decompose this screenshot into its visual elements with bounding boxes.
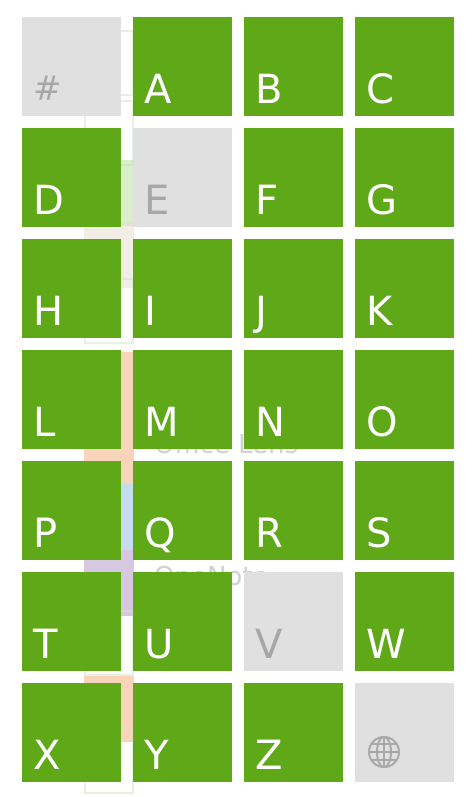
tile-label: K: [366, 289, 393, 335]
jump-tile-m[interactable]: M: [133, 350, 232, 449]
tile-label: L: [33, 400, 56, 446]
jump-tile-e[interactable]: E: [133, 128, 232, 227]
tile-label: U: [144, 622, 174, 668]
tile-label: T: [33, 622, 58, 668]
tile-label: B: [255, 67, 283, 113]
tile-label: M: [144, 400, 179, 446]
tile-label: V: [255, 622, 283, 668]
jump-tile-b[interactable]: B: [244, 17, 343, 116]
tile-label: X: [33, 733, 61, 779]
jump-tile-d[interactable]: D: [22, 128, 121, 227]
tile-label: H: [33, 289, 64, 335]
jump-tile-f[interactable]: F: [244, 128, 343, 227]
jump-tile-o[interactable]: O: [355, 350, 454, 449]
tile-label: G: [366, 178, 397, 224]
jump-tile-u[interactable]: U: [133, 572, 232, 671]
tile-label: #: [33, 69, 62, 109]
tile-label: Q: [144, 511, 176, 557]
jump-tile-w[interactable]: W: [355, 572, 454, 671]
jump-tile-h[interactable]: H: [22, 239, 121, 338]
jump-tile-y[interactable]: Y: [133, 683, 232, 782]
jump-tile-z[interactable]: Z: [244, 683, 343, 782]
jump-tile-j[interactable]: J: [244, 239, 343, 338]
jump-tile-t[interactable]: T: [22, 572, 121, 671]
tile-label: F: [255, 178, 279, 224]
jump-tile-a[interactable]: A: [133, 17, 232, 116]
jump-tile-s[interactable]: S: [355, 461, 454, 560]
jump-tile-l[interactable]: L: [22, 350, 121, 449]
tile-label: Z: [255, 733, 283, 779]
jump-tile-v[interactable]: V: [244, 572, 343, 671]
app-list-screen: Office Lens OneNote # A: [0, 0, 474, 797]
jump-tile-k[interactable]: K: [355, 239, 454, 338]
tile-label: D: [33, 178, 64, 224]
tile-label: R: [255, 511, 283, 557]
jump-tile-r[interactable]: R: [244, 461, 343, 560]
tile-label: E: [144, 178, 170, 224]
jump-tile-p[interactable]: P: [22, 461, 121, 560]
jump-tile-globe[interactable]: [355, 683, 454, 782]
jump-tile-i[interactable]: I: [133, 239, 232, 338]
tile-label: Y: [144, 733, 169, 779]
jump-tile-c[interactable]: C: [355, 17, 454, 116]
tile-label: A: [144, 67, 172, 113]
tile-label: N: [255, 400, 285, 446]
tile-label: J: [255, 289, 267, 335]
tile-label: O: [366, 400, 398, 446]
tile-label: C: [366, 67, 394, 113]
jump-tile-n[interactable]: N: [244, 350, 343, 449]
jump-tile-hash[interactable]: #: [22, 17, 121, 116]
jump-tile-q[interactable]: Q: [133, 461, 232, 560]
jump-tile-x[interactable]: X: [22, 683, 121, 782]
tile-label: W: [366, 622, 406, 668]
jump-tile-g[interactable]: G: [355, 128, 454, 227]
tile-label: S: [366, 511, 392, 557]
tile-label: P: [33, 511, 58, 557]
globe-icon: [368, 736, 400, 768]
tile-label: I: [144, 289, 156, 335]
